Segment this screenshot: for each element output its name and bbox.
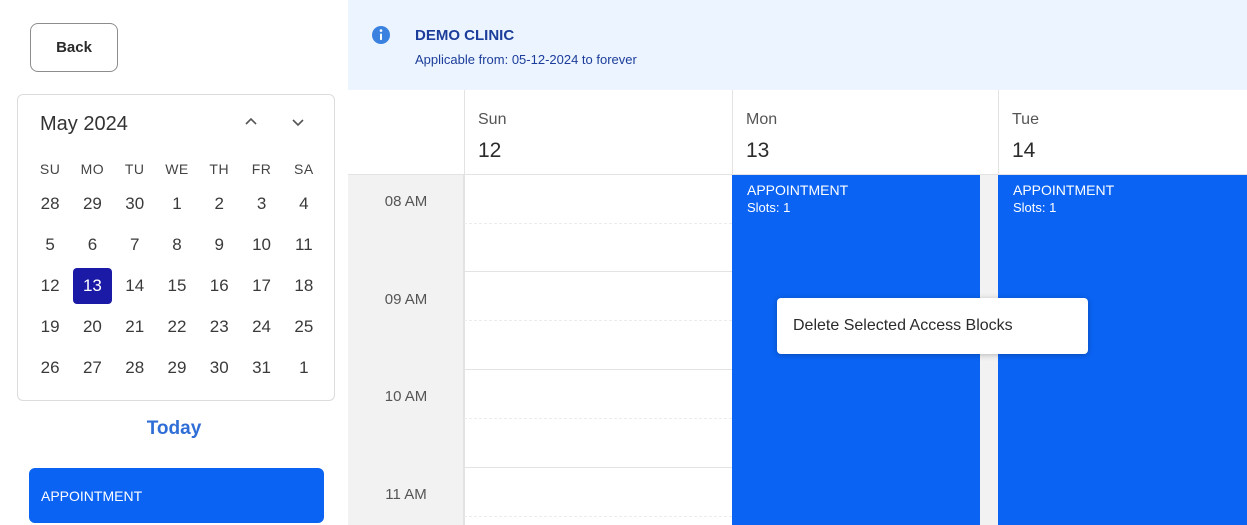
calendar-day[interactable]: 24 [240, 317, 282, 337]
calendar-day[interactable]: 7 [114, 235, 156, 255]
day-name: Sun [478, 111, 507, 128]
calendar-day[interactable]: 27 [71, 358, 113, 378]
calendar-day[interactable]: 15 [156, 276, 198, 296]
calendar-day[interactable]: 2 [198, 194, 240, 214]
weekday-header: WE [165, 161, 189, 177]
calendar-day[interactable]: 23 [198, 317, 240, 337]
calendar-day-selected[interactable]: 13 [71, 267, 113, 304]
calendar-day[interactable]: 12 [29, 276, 71, 296]
time-column-header [348, 90, 464, 175]
calendar-day[interactable]: 17 [240, 276, 282, 296]
day-name: Mon [746, 111, 778, 128]
mini-calendar: May 2024 SU MO TU WE TH FR SA 28 29 30 1 2 3 4… [17, 94, 335, 401]
weekday-header: TU [124, 161, 145, 177]
back-button[interactable]: Back [30, 23, 118, 72]
calendar-day[interactable]: 21 [114, 317, 156, 337]
calendar-day[interactable]: 11 [283, 235, 325, 255]
calendar-day[interactable]: 8 [156, 235, 198, 255]
day-number: 12 [478, 139, 502, 162]
weekday-header: FR [251, 161, 272, 177]
calendar-day[interactable]: 29 [156, 358, 198, 378]
calendar-day[interactable]: 30 [114, 194, 156, 214]
calendar-day[interactable]: 1 [156, 194, 198, 214]
calendar-day[interactable]: 1 [283, 358, 325, 378]
calendar-day[interactable]: 3 [240, 194, 282, 214]
calendar-day[interactable]: 25 [283, 317, 325, 337]
calendar-week-row: 28 29 30 1 2 3 4 [29, 183, 325, 224]
day-name: Tue [1012, 111, 1039, 128]
calendar-month-label: May 2024 [40, 113, 128, 135]
calendar-day[interactable]: 10 [240, 235, 282, 255]
weekday-header: MO [80, 161, 105, 177]
calendar-day[interactable]: 5 [29, 235, 71, 255]
calendar-week-row: 19 20 21 22 23 24 25 [29, 306, 325, 347]
time-label: 10 AM [384, 388, 428, 405]
schedule-main: DEMO CLINIC Applicable from: 05-12-2024 … [348, 0, 1247, 525]
calendar-day[interactable]: 30 [198, 358, 240, 378]
appointment-slots: Slots: 1 [747, 200, 791, 215]
today-button[interactable]: Today [0, 418, 348, 440]
calendar-week-row: 26 27 28 29 30 31 1 [29, 347, 325, 388]
weekday-header: TH [209, 161, 230, 177]
calendar-weekday-row: SU MO TU WE TH FR SA [29, 155, 325, 183]
chevron-up-icon[interactable] [243, 114, 265, 130]
day-number: 13 [746, 139, 770, 162]
calendar-day[interactable]: 29 [71, 194, 113, 214]
day-number: 14 [1012, 139, 1036, 162]
calendar-day[interactable]: 22 [156, 317, 198, 337]
calendar-day[interactable]: 4 [283, 194, 325, 214]
calendar-day[interactable]: 31 [240, 358, 282, 378]
applicable-range: Applicable from: 05-12-2024 to forever [415, 52, 637, 67]
calendar-day[interactable]: 28 [29, 194, 71, 214]
calendar-grid: SU MO TU WE TH FR SA 28 29 30 1 2 3 4 5 6 7 8 9 10 11… [29, 155, 325, 388]
time-column: 08 AM 09 AM 10 AM 11 AM [348, 90, 464, 525]
weekday-header: SU [39, 161, 61, 177]
calendar-day[interactable]: 20 [71, 317, 113, 337]
calendar-day[interactable]: 6 [71, 235, 113, 255]
day-column-sun[interactable] [464, 175, 732, 525]
sidebar: Back May 2024 SU MO TU WE TH FR SA 28 29 3… [0, 0, 348, 525]
time-label: 08 AM [384, 193, 428, 210]
calendar-day[interactable]: 16 [198, 276, 240, 296]
calendar-day[interactable]: 14 [114, 276, 156, 296]
clinic-name: DEMO CLINIC [415, 27, 515, 44]
appointment-title: APPOINTMENT [1013, 182, 1115, 198]
calendar-day[interactable]: 28 [114, 358, 156, 378]
calendar-day[interactable]: 9 [198, 235, 240, 255]
calendar-day[interactable]: 26 [29, 358, 71, 378]
delete-access-blocks-menu-item[interactable]: Delete Selected Access Blocks [777, 298, 1088, 354]
clinic-banner: DEMO CLINIC Applicable from: 05-12-2024 … [348, 0, 1247, 90]
appointment-title: APPOINTMENT [747, 182, 849, 198]
calendar-week-row: 12 13 14 15 16 17 18 [29, 265, 325, 306]
day-header-tue[interactable]: Tue 14 [998, 90, 1247, 175]
day-header-mon[interactable]: Mon 13 [732, 90, 998, 175]
info-icon [372, 26, 390, 44]
day-header-sun[interactable]: Sun 12 [464, 90, 732, 175]
appointment-type-item[interactable]: APPOINTMENT [29, 468, 324, 523]
time-label: 11 AM [385, 486, 427, 503]
weekday-header: SA [293, 161, 314, 177]
calendar-day[interactable]: 19 [29, 317, 71, 337]
calendar-week-row: 5 6 7 8 9 10 11 [29, 224, 325, 265]
chevron-down-icon[interactable] [290, 114, 312, 130]
time-label: 09 AM [384, 291, 428, 308]
calendar-day[interactable]: 18 [283, 276, 325, 296]
appointment-slots: Slots: 1 [1013, 200, 1057, 215]
